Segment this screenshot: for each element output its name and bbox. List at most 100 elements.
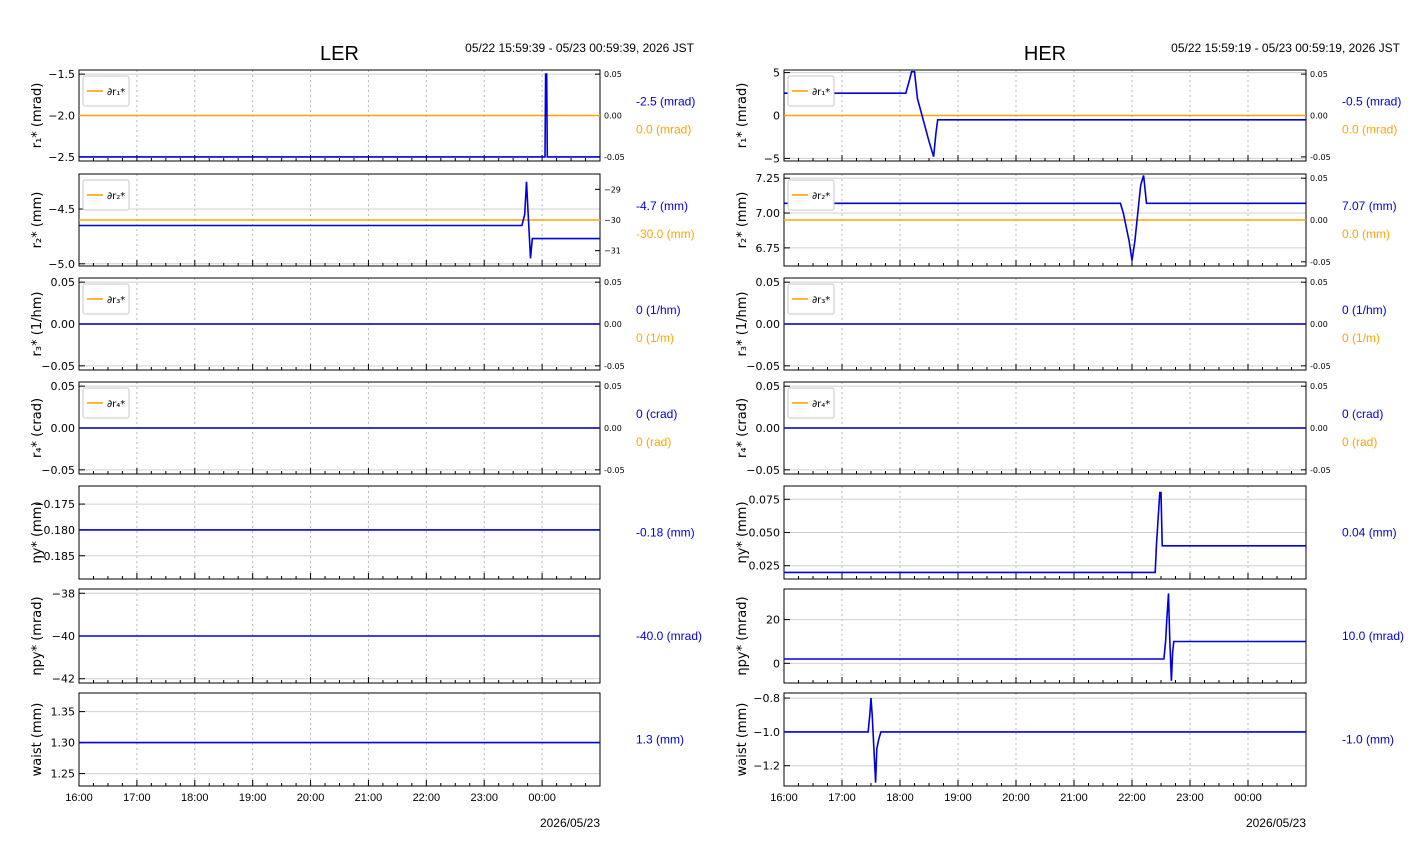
y-tick-label: −42: [52, 673, 75, 686]
y-axis-label: ηy* (mm): [30, 501, 45, 563]
x-tick-label: 16:00: [770, 792, 798, 804]
legend-label: ∂r₁*: [812, 87, 830, 98]
y-tick-label: 7.25: [756, 172, 781, 185]
y2-tick-label: 0.05: [604, 278, 622, 287]
time-range-label: 05/22 15:59:19 - 05/23 00:59:19, 2026 JS…: [1171, 41, 1401, 55]
y-tick-label: 5: [773, 67, 780, 80]
y-axis-label: r₂* (mm): [735, 192, 750, 249]
y-tick-label: −40: [52, 630, 75, 643]
current-derivative-value: 0 (rad): [1342, 435, 1377, 449]
current-value: 0.04 (mm): [1342, 526, 1397, 540]
y2-tick-label: -0.05: [1310, 466, 1331, 475]
y-tick-label: −0.05: [746, 464, 780, 477]
y-axis-label: r₃* (1/hm): [30, 292, 45, 357]
x-tick-label: 18:00: [181, 792, 209, 804]
current-value: -0.18 (mm): [636, 526, 695, 540]
y2-tick-label: −31: [604, 247, 621, 256]
y-tick-label: −4.5: [48, 203, 75, 216]
current-value: -4.7 (mm): [636, 199, 688, 213]
y-tick-label: 0.05: [51, 276, 76, 289]
x-tick-label: 21:00: [1060, 792, 1088, 804]
y-tick-label: 1.30: [51, 737, 76, 750]
current-value: 1.3 (mm): [636, 733, 684, 747]
panel-0-6: 1.25 1.30 1.35 waist (mm) 1.3 (mm): [30, 692, 684, 787]
y-tick-label: 0.025: [749, 560, 781, 573]
panel-0-1: −5.0 −4.5 −31 −30 −29 ∂r₂* r₂* (mm) -4.7 (mm) -3…: [30, 173, 695, 271]
y-axis-label: waist (mm): [735, 703, 750, 777]
y-tick-label: 0.00: [756, 422, 781, 435]
y-axis-label: ηpy* (mrad): [30, 596, 45, 675]
y2-tick-label: -0.05: [1310, 153, 1331, 162]
x-tick-label: 17:00: [123, 792, 151, 804]
y2-tick-label: 0.00: [1310, 424, 1328, 433]
y-tick-label: −0.8: [753, 692, 780, 705]
y2-tick-label: -0.05: [604, 153, 625, 162]
y-tick-label: 20: [766, 614, 780, 627]
y-tick-label: 1.25: [51, 768, 76, 781]
y2-tick-label: -0.05: [1310, 258, 1331, 267]
panel-1-1: 6.75 7.00 7.25 -0.05 0.00 0.05 ∂r₂* r₂* (mm) 7.0…: [735, 172, 1397, 267]
y-tick-label: 0.075: [749, 493, 781, 506]
y-tick-label: 7.00: [756, 207, 781, 220]
y-tick-label: −1.5: [48, 68, 75, 81]
y2-tick-label: 0.05: [1310, 382, 1328, 391]
current-value: -1.0 (mm): [1342, 733, 1394, 747]
panel-1-5: 0 20 ηpy* (mrad) 10.0 (mrad): [735, 588, 1404, 684]
time-range-label: 05/22 15:59:39 - 05/23 00:59:39, 2026 JS…: [465, 41, 695, 55]
legend-label: ∂r₃*: [107, 295, 125, 306]
current-derivative-value: 0.0 (mm): [1342, 227, 1390, 241]
x-tick-label: 19:00: [239, 792, 267, 804]
panel-1-0: −5 0 5 -0.05 0.00 0.05 ∂r₁* r₁* (mrad) -0.5 (mra…: [735, 67, 1401, 166]
y2-tick-label: -0.05: [604, 362, 625, 371]
current-derivative-value: 0.0 (mrad): [1342, 123, 1397, 137]
x-tick-label: 22:00: [413, 792, 441, 804]
current-value: -0.5 (mrad): [1342, 95, 1401, 109]
chart-title: LER: [320, 43, 359, 65]
x-tick-label: 19:00: [944, 792, 972, 804]
y-tick-label: −2.0: [48, 110, 75, 123]
current-derivative-value: 0 (1/m): [1342, 331, 1380, 345]
y-axis-label: r₄* (crad): [30, 398, 45, 458]
y-tick-label: −0.05: [41, 464, 75, 477]
y-tick-label: 1.35: [51, 706, 76, 719]
x-tick-label: 23:00: [1176, 792, 1204, 804]
current-derivative-value: -30.0 (mm): [636, 227, 695, 241]
y-tick-label: 0.05: [51, 380, 76, 393]
x-tick-label: 21:00: [355, 792, 383, 804]
y-tick-label: 0.00: [51, 422, 76, 435]
y2-tick-label: -0.05: [1310, 362, 1331, 371]
y-tick-label: −2.5: [48, 151, 75, 164]
y2-tick-label: 0.05: [1310, 70, 1328, 79]
y2-tick-label: −29: [604, 185, 621, 194]
y-axis-label: r₃* (1/hm): [735, 292, 750, 357]
y-axis-label: ηpy* (mrad): [735, 596, 750, 675]
legend-label: ∂r₂*: [812, 191, 830, 202]
y-tick-label: −5.0: [48, 258, 75, 271]
y2-tick-label: 0.00: [604, 320, 622, 329]
y-axis-label: r₂* (mm): [30, 192, 45, 249]
y-tick-label: 0.05: [756, 380, 781, 393]
y-tick-label: −1.2: [753, 760, 780, 773]
x-tick-label: 20:00: [297, 792, 325, 804]
date-label: 2026/05/23: [1246, 816, 1306, 830]
chart-title: HER: [1024, 43, 1066, 65]
current-value: 10.0 (mrad): [1342, 629, 1404, 643]
y2-tick-label: 0.05: [1310, 174, 1328, 183]
panel-0-2: −0.05 0.00 0.05 -0.05 0.00 0.05 ∂r₃* r₃* (1/hm)…: [30, 276, 681, 373]
current-value: 0 (1/hm): [1342, 303, 1387, 317]
panel-1-2: −0.05 0.00 0.05 -0.05 0.00 0.05 ∂r₃* r₃* (1/hm)…: [735, 276, 1387, 373]
x-tick-label: 00:00: [528, 792, 556, 804]
y-axis-label: r₁* (mrad): [735, 83, 750, 149]
date-label: 2026/05/23: [540, 816, 600, 830]
y-axis-label: r₁* (mrad): [30, 83, 45, 149]
y-tick-label: −5: [764, 152, 780, 165]
y2-tick-label: 0.05: [1310, 278, 1328, 287]
x-tick-label: 22:00: [1118, 792, 1146, 804]
current-value: -2.5 (mrad): [636, 95, 695, 109]
legend-label: ∂r₄*: [107, 399, 125, 410]
panel-0-4: −0.185−0.180−0.175ηy* (mm) -0.18 (mm): [30, 485, 695, 580]
y2-tick-label: 0.00: [604, 112, 622, 121]
current-derivative-value: 0 (1/m): [636, 331, 674, 345]
legend-label: ∂r₃*: [812, 295, 830, 306]
y-tick-label: 0.050: [749, 527, 781, 540]
